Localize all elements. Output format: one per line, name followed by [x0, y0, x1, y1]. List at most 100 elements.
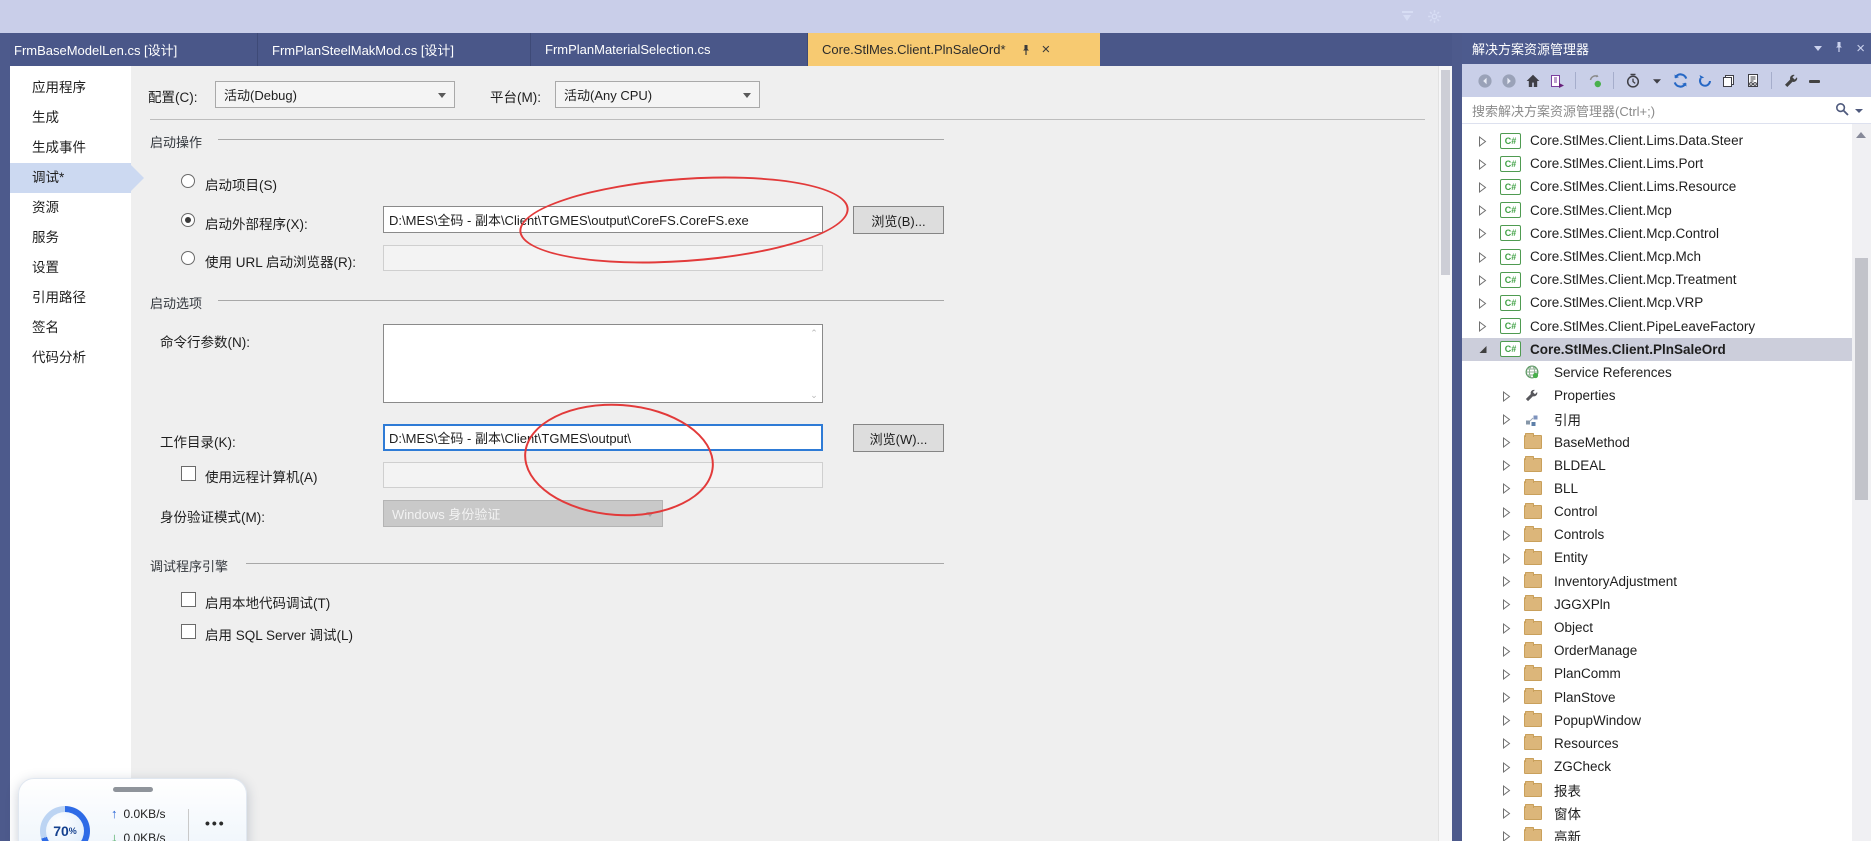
expander-collapsed-icon[interactable] — [1502, 738, 1512, 748]
tree-row-core-stlmes-client-pipeleavefactory[interactable]: C#Core.StlMes.Client.PipeLeaveFactory — [1462, 315, 1852, 338]
expander-collapsed-icon[interactable] — [1478, 298, 1488, 308]
net-speed-widget[interactable]: 70% ↑ 0.0KB/s ↓ 0.0KB/s ••• — [18, 778, 247, 841]
remote-machine-input[interactable] — [383, 462, 823, 488]
expander-collapsed-icon[interactable] — [1478, 228, 1488, 238]
browse-working-dir-button[interactable]: 浏览(W)... — [853, 424, 944, 452]
tree-row--[interactable]: 高新 — [1462, 825, 1852, 841]
scrollbar-thumb[interactable] — [1441, 70, 1450, 275]
expander-collapsed-icon[interactable] — [1478, 275, 1488, 285]
tree-row-entity[interactable]: Entity — [1462, 546, 1852, 569]
expander-collapsed-icon[interactable] — [1502, 599, 1512, 609]
use-remote-machine-checkbox[interactable] — [181, 466, 196, 481]
tab-options-gear-icon[interactable] — [1427, 9, 1442, 24]
properties-nav-item-1[interactable]: 生成 — [10, 103, 131, 133]
expander-collapsed-icon[interactable] — [1502, 414, 1512, 424]
back-icon[interactable] — [1476, 72, 1493, 89]
expander-collapsed-icon[interactable] — [1478, 159, 1488, 169]
start-project-radio[interactable] — [181, 174, 195, 188]
expander-collapsed-icon[interactable] — [1478, 252, 1488, 262]
document-vertical-scrollbar[interactable] — [1438, 66, 1452, 841]
expander-collapsed-icon[interactable] — [1502, 646, 1512, 656]
tree-row-inventoryadjustment[interactable]: InventoryAdjustment — [1462, 570, 1852, 593]
browse-program-button[interactable]: 浏览(B)... — [853, 206, 944, 234]
drag-handle[interactable] — [113, 787, 153, 792]
document-tab-2[interactable]: FrmPlanMaterialSelection.cs — [531, 33, 808, 66]
properties-nav-item-4[interactable]: 资源 — [10, 193, 131, 223]
expander-collapsed-icon[interactable] — [1502, 391, 1512, 401]
close-icon[interactable]: × — [1856, 41, 1865, 56]
document-tab-3[interactable]: Core.StlMes.Client.PlnSaleOrd*× — [808, 33, 1100, 66]
expander-collapsed-icon[interactable] — [1478, 182, 1488, 192]
expander-collapsed-icon[interactable] — [1502, 623, 1512, 633]
tree-row-plancomm[interactable]: PlanComm — [1462, 662, 1852, 685]
expander-collapsed-icon[interactable] — [1502, 530, 1512, 540]
memory-gauge[interactable]: 70% — [40, 806, 90, 841]
tree-row-controls[interactable]: Controls — [1462, 523, 1852, 546]
expander-collapsed-icon[interactable] — [1478, 136, 1488, 146]
tree-row-zgcheck[interactable]: ZGCheck — [1462, 755, 1852, 778]
start-external-program-radio[interactable] — [181, 213, 195, 227]
sync-with-active-document-icon[interactable] — [1586, 72, 1603, 89]
tree-row-core-stlmes-client-mcp-control[interactable]: C#Core.StlMes.Client.Mcp.Control — [1462, 222, 1852, 245]
scroll-up-icon[interactable]: ⌃ — [809, 329, 819, 337]
expander-collapsed-icon[interactable] — [1502, 831, 1512, 841]
switch-views-icon[interactable] — [1548, 72, 1565, 89]
more-options-button[interactable]: ••• — [205, 815, 226, 831]
home-icon[interactable] — [1524, 72, 1541, 89]
forward-icon[interactable] — [1500, 72, 1517, 89]
tree-row-core-stlmes-client-lims-data-steer[interactable]: C#Core.StlMes.Client.Lims.Data.Steer — [1462, 129, 1852, 152]
expander-collapsed-icon[interactable] — [1502, 553, 1512, 563]
expander-collapsed-icon[interactable] — [1502, 669, 1512, 679]
expander-collapsed-icon[interactable] — [1502, 437, 1512, 447]
enable-native-debug-checkbox[interactable] — [181, 592, 196, 607]
properties-nav-item-3[interactable]: 调试* — [10, 163, 131, 193]
expander-collapsed-icon[interactable] — [1502, 507, 1512, 517]
preview-selected-items-icon[interactable] — [1744, 72, 1761, 89]
properties-nav-item-8[interactable]: 签名 — [10, 313, 131, 343]
command-line-args-textarea[interactable]: ⌃ ⌄ — [383, 324, 823, 403]
tree-row-properties[interactable]: Properties — [1462, 384, 1852, 407]
start-url-input[interactable] — [383, 245, 823, 271]
tree-row-basemethod[interactable]: BaseMethod — [1462, 430, 1852, 453]
scrollbar-thumb[interactable] — [1855, 258, 1868, 500]
expander-collapsed-icon[interactable] — [1478, 205, 1488, 215]
collapse-all-icon[interactable] — [1806, 72, 1823, 89]
tree-row-core-stlmes-client-mcp-mch[interactable]: C#Core.StlMes.Client.Mcp.Mch — [1462, 245, 1852, 268]
tree-row-core-stlmes-client-plnsaleord[interactable]: C#Core.StlMes.Client.PlnSaleOrd — [1462, 338, 1852, 361]
expander-collapsed-icon[interactable] — [1502, 785, 1512, 795]
expander-collapsed-icon[interactable] — [1478, 321, 1488, 331]
tree-row-object[interactable]: Object — [1462, 616, 1852, 639]
document-tab-1[interactable]: FrmPlanSteelMakMod.cs [设计] — [258, 33, 531, 66]
tree-row-bldeal[interactable]: BLDEAL — [1462, 454, 1852, 477]
expander-collapsed-icon[interactable] — [1502, 762, 1512, 772]
tree-row-jggxpln[interactable]: JGGXPln — [1462, 593, 1852, 616]
tree-row-core-stlmes-client-mcp-treatment[interactable]: C#Core.StlMes.Client.Mcp.Treatment — [1462, 268, 1852, 291]
search-icon[interactable] — [1835, 102, 1849, 119]
panel-splitter[interactable] — [1452, 33, 1462, 841]
config-dropdown[interactable]: 活动(Debug) — [215, 81, 455, 108]
platform-dropdown[interactable]: 活动(Any CPU) — [555, 81, 760, 108]
external-program-input[interactable]: D:\MES\全码 - 副本\Client\TGMES\output\CoreF… — [383, 206, 823, 233]
properties-nav-item-7[interactable]: 引用路径 — [10, 283, 131, 313]
tree-row-core-stlmes-client-lims-port[interactable]: C#Core.StlMes.Client.Lims.Port — [1462, 152, 1852, 175]
tree-row-popupwindow[interactable]: PopupWindow — [1462, 709, 1852, 732]
timer-filter-icon[interactable] — [1624, 72, 1641, 89]
tree-row-service-references[interactable]: Service References — [1462, 361, 1852, 384]
expander-collapsed-icon[interactable] — [1502, 483, 1512, 493]
properties-wrench-icon[interactable] — [1782, 72, 1799, 89]
pin-icon[interactable] — [1020, 44, 1032, 56]
scroll-down-icon[interactable]: ⌄ — [809, 391, 819, 399]
refresh-pair-icon[interactable] — [1672, 72, 1689, 89]
expander-collapsed-icon[interactable] — [1502, 460, 1512, 470]
tree-row-bll[interactable]: BLL — [1462, 477, 1852, 500]
expander-collapsed-icon[interactable] — [1502, 715, 1512, 725]
tree-row-control[interactable]: Control — [1462, 500, 1852, 523]
search-options-chevron-icon[interactable] — [1855, 109, 1863, 113]
tree-row-core-stlmes-client-mcp[interactable]: C#Core.StlMes.Client.Mcp — [1462, 199, 1852, 222]
tree-row--[interactable]: 引用 — [1462, 407, 1852, 430]
solution-explorer-title-bar[interactable]: 解决方案资源管理器 × — [1462, 33, 1871, 64]
working-directory-input[interactable]: D:\MES\全码 - 副本\Client\TGMES\output\ — [383, 424, 823, 451]
scroll-up-arrow-icon[interactable] — [1856, 132, 1866, 138]
tab-overflow-icon[interactable] — [1400, 9, 1415, 24]
tree-row-resources[interactable]: Resources — [1462, 732, 1852, 755]
